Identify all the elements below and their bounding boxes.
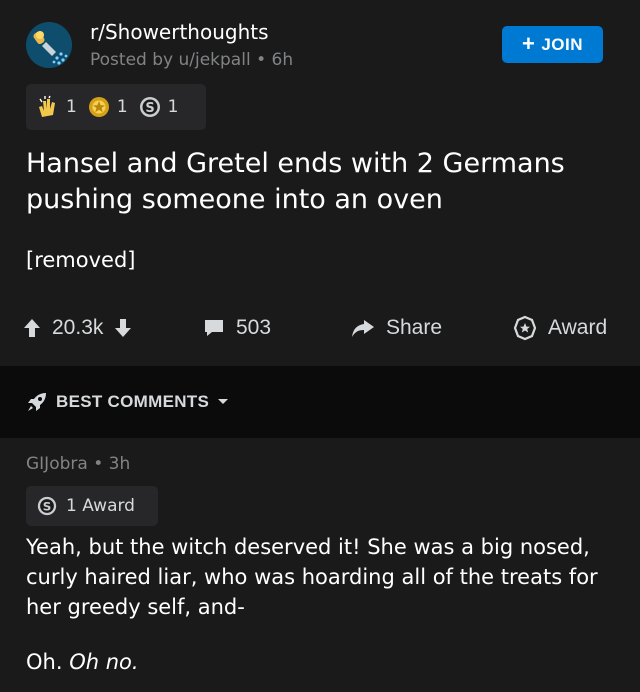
comment-reply-line: Oh. Oh no. [26,650,139,674]
post-awards[interactable]: 1 1 S 1 [26,84,206,130]
comments-count: 503 [236,316,272,339]
meta-separator: • [93,454,104,474]
silver-award-icon: S [139,97,160,117]
comment-award-text: 1 Award [66,496,135,516]
award-count: 1 [66,97,77,117]
post-age: 6h [271,50,294,70]
comment-icon [205,320,223,336]
sort-label: BEST COMMENTS [56,392,210,411]
silver-award-icon: S [37,496,57,516]
posted-by[interactable]: Posted by u/jekpall [90,50,251,70]
post-actions: 20.3k 503 Share Award [0,310,640,346]
svg-text:S: S [145,101,154,116]
share-label: Share [386,316,443,339]
clapping-hands-icon [39,95,55,117]
plus-icon: + [521,30,536,56]
shower-head-icon [26,22,72,68]
comment-meta: GIJobra • 3h [26,454,130,474]
svg-text:S: S [43,500,52,514]
join-label: JOIN [541,34,584,54]
sort-dropdown[interactable]: BEST COMMENTS [26,391,229,413]
rocket-icon [28,393,46,411]
comment-age: 3h [108,454,131,474]
vote-group: 20.3k [22,310,133,346]
meta-separator: • [256,50,267,70]
downvote-icon[interactable] [113,317,133,339]
award-label: Award [548,316,608,339]
subreddit-avatar[interactable] [26,22,72,68]
upvote-icon[interactable] [22,317,42,339]
reply-plain: Oh. [26,650,70,674]
award-button[interactable]: Award [512,310,607,346]
comment-author[interactable]: GIJobra [26,454,88,474]
award-badge-icon [513,315,537,341]
chevron-down-icon [218,399,229,404]
award-item: 1 [36,95,77,119]
reply-italic: Oh no. [69,650,139,674]
share-button[interactable]: Share [350,310,442,346]
join-button[interactable]: + JOIN [502,26,603,63]
award-count: 1 [167,97,179,117]
award-item: 1 [87,95,128,119]
gold-award-icon [88,97,109,117]
post-title[interactable]: Hansel and Gretel ends with 2 Germans pu… [26,146,616,218]
comment-awards[interactable]: S 1 Award [26,486,158,526]
post-meta: Posted by u/jekpall • 6h [90,50,293,70]
subreddit-name[interactable]: r/Showerthoughts [90,20,269,44]
comment-body: Yeah, but the witch deserved it! She was… [26,535,598,619]
post-body: [removed] [26,248,136,272]
vote-count: 20.3k [52,316,104,339]
award-item: S 1 [138,95,179,119]
award-count: 1 [116,97,128,117]
comments-button[interactable]: 503 [202,310,271,346]
share-arrow-icon [352,320,374,337]
